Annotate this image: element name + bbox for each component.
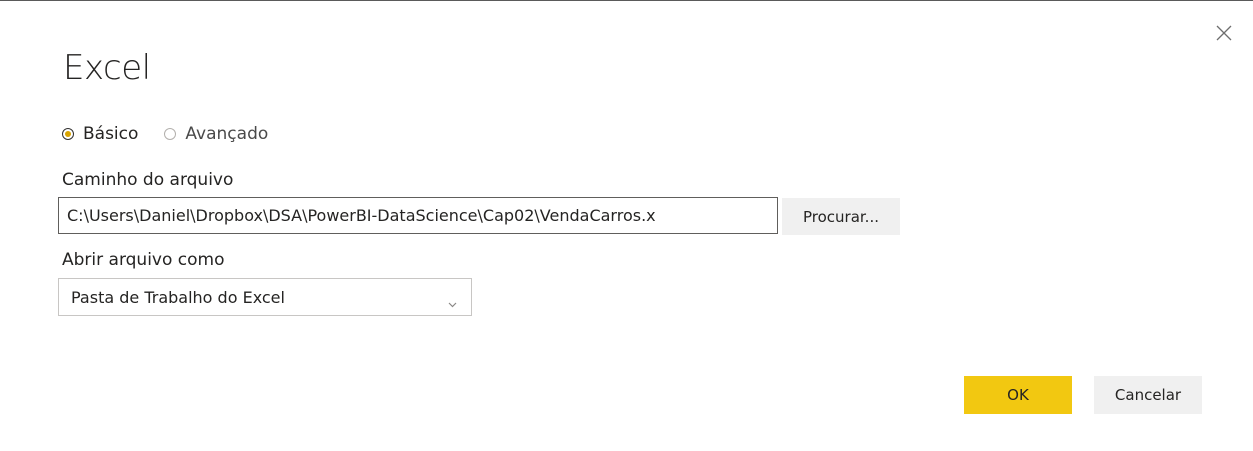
browse-button[interactable]: Procurar...	[782, 198, 900, 235]
open-as-label: Abrir arquivo como	[62, 250, 225, 270]
dialog-title: Excel	[63, 48, 151, 88]
cancel-button[interactable]: Cancelar	[1094, 376, 1202, 414]
file-path-input[interactable]	[58, 197, 778, 234]
close-icon	[1216, 25, 1232, 41]
dialog-top-border	[0, 0, 1253, 1]
chevron-down-icon	[448, 293, 457, 312]
radio-advanced-indicator[interactable]	[164, 128, 177, 140]
radio-advanced[interactable]: Avançado	[164, 124, 268, 144]
radio-basic[interactable]: Básico	[62, 124, 138, 144]
radio-basic-label: Básico	[83, 124, 139, 144]
open-as-selected-value: Pasta de Trabalho do Excel	[71, 287, 285, 307]
close-button[interactable]	[1213, 22, 1235, 44]
mode-radio-group: Básico Avançado	[62, 124, 294, 144]
radio-advanced-label: Avançado	[185, 124, 269, 144]
ok-button[interactable]: OK	[964, 376, 1072, 414]
file-path-label: Caminho do arquivo	[62, 170, 234, 190]
open-as-select[interactable]: Pasta de Trabalho do Excel	[58, 278, 472, 316]
radio-basic-indicator[interactable]	[62, 128, 74, 140]
